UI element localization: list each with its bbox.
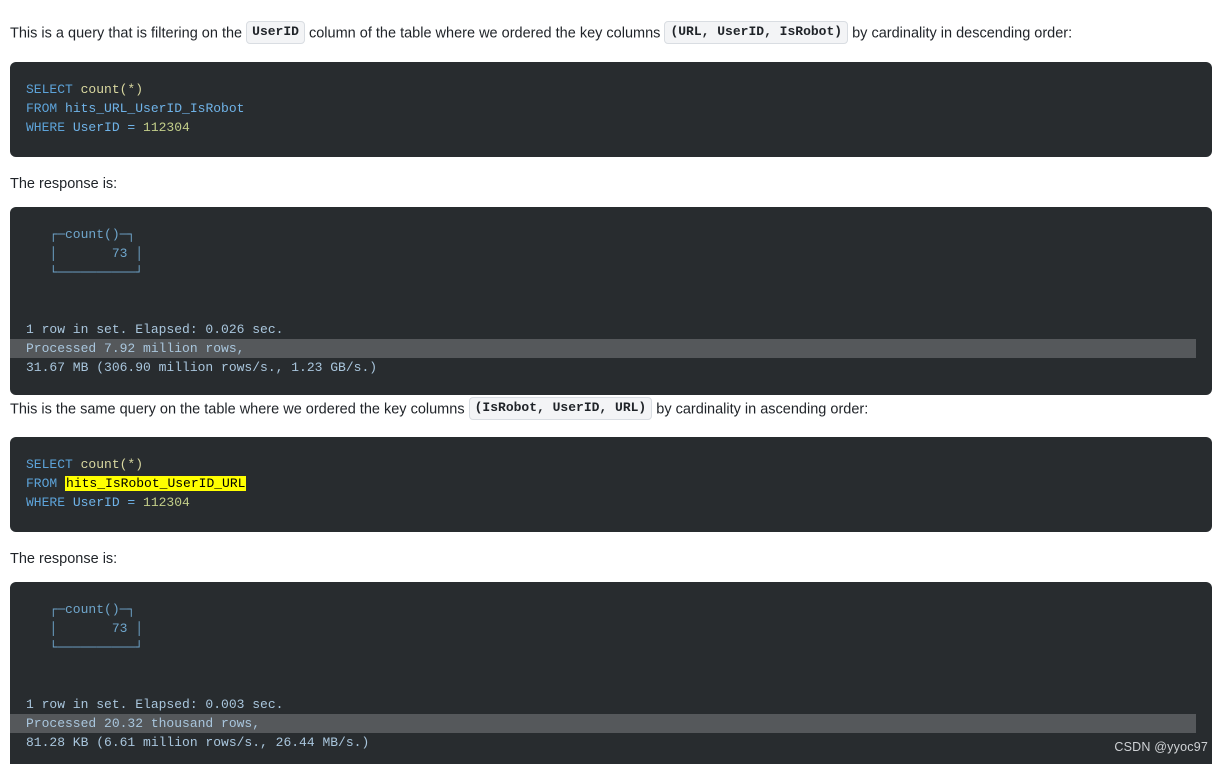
sql-code-block-1: SELECT count(*) FROM hits_URL_UserID_IsR… <box>10 62 1212 157</box>
console2-table-footer: └──────────┘ <box>26 640 144 655</box>
console1-elapsed: 1 row in set. Elapsed: 0.026 sec. <box>26 322 284 337</box>
console2-blank-2 <box>10 676 1196 695</box>
paragraph-2: The response is: <box>10 173 117 195</box>
sql-table-name-highlighted: hits_IsRobot_UserID_URL <box>65 476 247 491</box>
sql-keyword-from: FROM <box>26 101 58 116</box>
sql-keyword-where: WHERE <box>26 120 66 135</box>
console1-table-header: ┌─count()─┐ <box>26 227 136 242</box>
paragraph-4: The response is: <box>10 548 117 570</box>
sql-where-column: UserID = <box>65 495 144 510</box>
paragraph-3-text-before: This is the same query on the table wher… <box>10 401 469 418</box>
paragraph-1-text-after: by cardinality in descending order: <box>848 25 1073 42</box>
console2-table-row: │ 73 │ <box>26 621 144 636</box>
inline-code-key-columns-asc: (IsRobot, UserID, URL) <box>468 397 653 420</box>
paragraph-1-text-before: This is a query that is filtering on the <box>10 25 247 42</box>
paragraph-2-text: The response is: <box>10 176 118 193</box>
sql-where-value: 112304 <box>143 120 190 135</box>
paragraph-4-text: The response is: <box>10 551 118 568</box>
sql2-line-from: FROM hits_IsRobot_UserID_URL <box>26 474 1196 493</box>
console2-blank-1 <box>10 657 1196 676</box>
sql-where-value: 112304 <box>143 495 190 510</box>
sql1-line-from: FROM hits_URL_UserID_IsRobot <box>26 99 1196 118</box>
sql-keyword-select: SELECT <box>26 457 73 472</box>
console-output-block-1: ┌─count()─┐ │ 73 │ └──────────┘ 1 row in… <box>10 207 1212 395</box>
inline-code-userid: UserID <box>246 21 305 44</box>
sql-keyword-where: WHERE <box>26 495 66 510</box>
sql1-line-where: WHERE UserID = 112304 <box>26 118 1196 137</box>
console1-blank-1 <box>10 282 1196 301</box>
paragraph-3-text-after: by cardinality in ascending order: <box>652 401 869 418</box>
sql-function-count: count(*) <box>72 82 144 97</box>
console1-processed-rows: Processed 7.92 million rows, <box>10 339 1196 358</box>
sql2-from-space <box>57 476 65 491</box>
sql-where-column: UserID = <box>65 120 144 135</box>
console2-processed-rows: Processed 20.32 thousand rows, <box>10 714 1196 733</box>
console1-throughput: 31.67 MB (306.90 million rows/s., 1.23 G… <box>26 360 378 375</box>
console1-blank-2 <box>10 301 1196 320</box>
console-output-block-2: ┌─count()─┐ │ 73 │ └──────────┘ 1 row in… <box>10 582 1212 764</box>
sql1-line-select: SELECT count(*) <box>26 80 1196 99</box>
console1-table-row: │ 73 │ <box>26 246 144 261</box>
console2-table-header: ┌─count()─┐ <box>26 602 136 617</box>
console2-elapsed: 1 row in set. Elapsed: 0.003 sec. <box>26 697 284 712</box>
sql-table-name: hits_URL_UserID_IsRobot <box>57 101 245 116</box>
inline-code-key-columns-desc: (URL, UserID, IsRobot) <box>664 21 849 44</box>
sql-keyword-from: FROM <box>26 476 58 491</box>
paragraph-3: This is the same query on the table wher… <box>10 397 869 421</box>
sql2-line-where: WHERE UserID = 112304 <box>26 493 1196 512</box>
sql2-line-select: SELECT count(*) <box>26 455 1196 474</box>
page-root: This is a query that is filtering on the… <box>0 0 1222 764</box>
sql-function-count: count(*) <box>72 457 144 472</box>
console1-table-footer: └──────────┘ <box>26 265 144 280</box>
paragraph-1-text-middle: column of the table where we ordered the… <box>304 25 665 42</box>
paragraph-1: This is a query that is filtering on the… <box>10 21 1073 45</box>
sql-code-block-2: SELECT count(*) FROM hits_IsRobot_UserID… <box>10 437 1212 532</box>
sql-keyword-select: SELECT <box>26 82 73 97</box>
console2-throughput: 81.28 KB (6.61 million rows/s., 26.44 MB… <box>26 735 370 750</box>
